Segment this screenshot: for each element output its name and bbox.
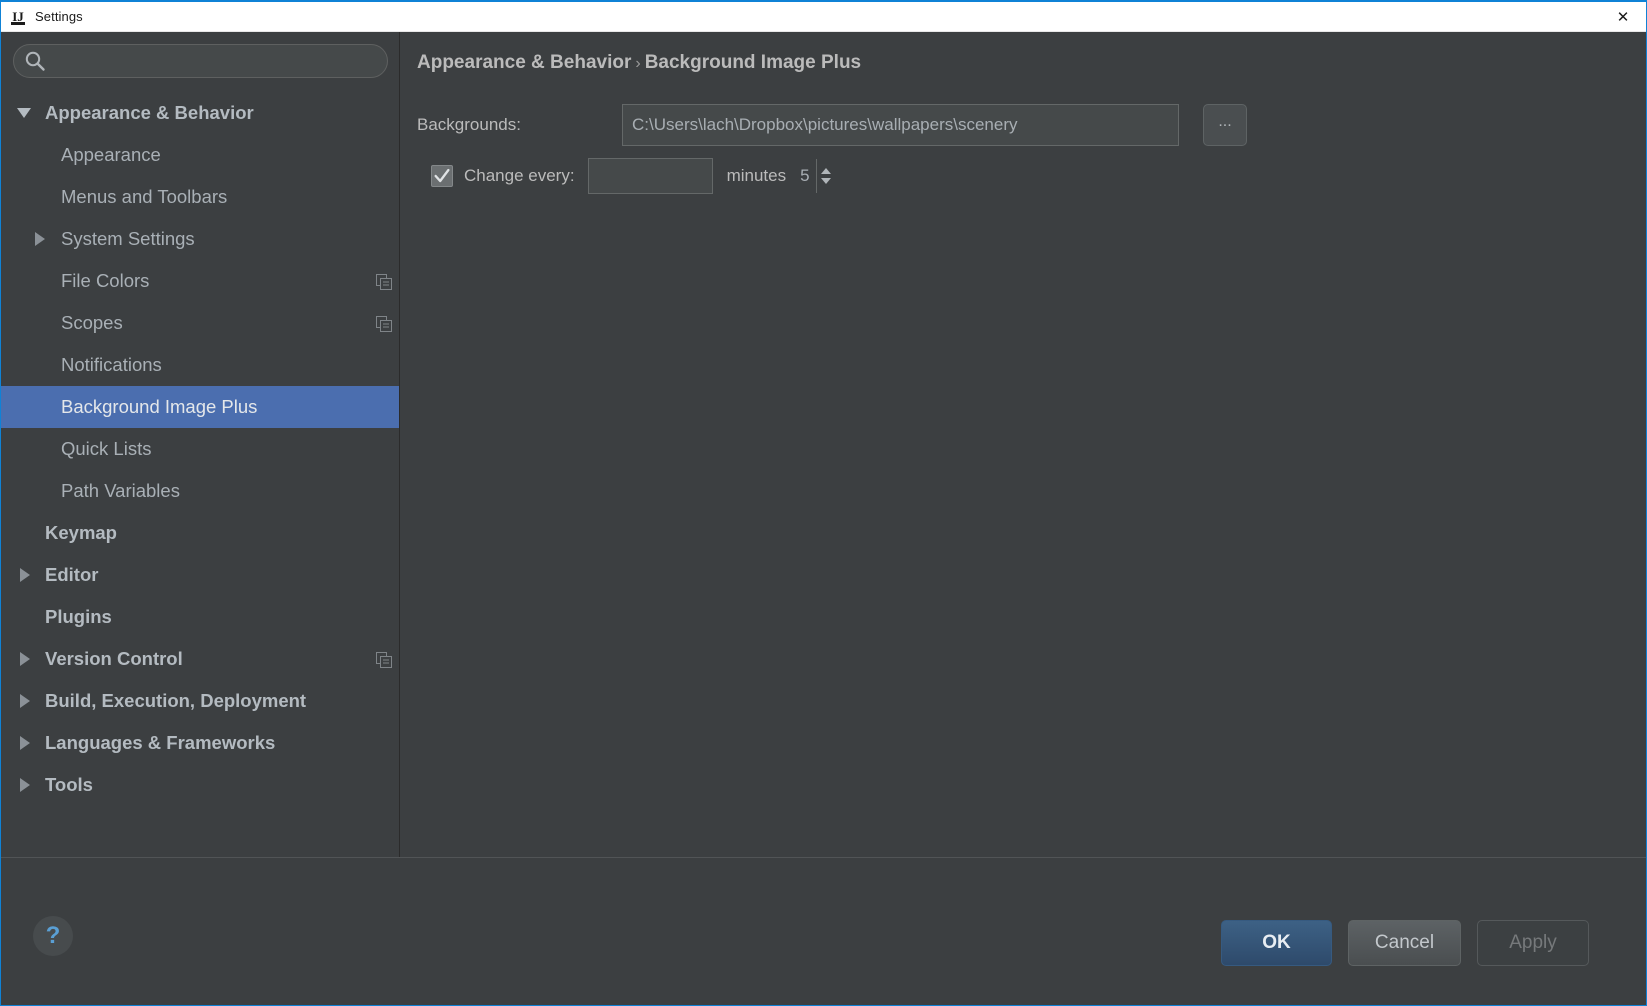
sidebar-item-label: Background Image Plus <box>61 396 258 417</box>
sidebar-item-build-execution-deployment[interactable]: Build, Execution, Deployment <box>1 680 399 722</box>
search-input[interactable] <box>46 53 387 69</box>
chevron-right-icon[interactable] <box>20 652 30 666</box>
sidebar-item-keymap[interactable]: Keymap <box>1 512 399 554</box>
change-every-label: Change every: <box>464 166 575 185</box>
search-field-wrapper <box>13 44 388 78</box>
sidebar-item-notifications[interactable]: Notifications <box>1 344 399 386</box>
chevron-right-icon[interactable] <box>20 778 30 792</box>
intellij-idea-icon: IJ <box>11 8 25 25</box>
sidebar-item-label: Notifications <box>61 354 162 375</box>
backgrounds-label: Backgrounds: <box>417 115 521 134</box>
sidebar-item-appearance-behavior[interactable]: Appearance & Behavior <box>1 92 399 134</box>
title-bar: IJ Settings ✕ <box>1 2 1646 32</box>
sidebar-item-path-variables[interactable]: Path Variables <box>1 470 399 512</box>
dialog-body: Appearance & Behavior Appearance Menus and… <box>1 32 1646 976</box>
sidebar-item-label: Appearance & Behavior <box>45 102 254 123</box>
change-every-checkbox[interactable] <box>431 165 453 187</box>
sidebar-item-label: Languages & Frameworks <box>45 732 276 753</box>
chevron-right-icon[interactable] <box>35 232 45 246</box>
search-icon <box>24 50 46 72</box>
sidebar-item-label: Keymap <box>45 522 117 543</box>
footer-button-group: OK Cancel Apply <box>1221 920 1589 966</box>
copy-icon[interactable] <box>376 315 392 332</box>
search-box[interactable] <box>13 44 388 78</box>
help-icon[interactable]: ? <box>33 916 73 956</box>
sidebar-item-label: Menus and Toolbars <box>61 186 228 207</box>
backgrounds-path-input[interactable] <box>622 104 1179 146</box>
sidebar-item-menus-and-toolbars[interactable]: Menus and Toolbars <box>1 176 399 218</box>
ok-button[interactable]: OK <box>1221 920 1332 966</box>
sidebar-item-label: Editor <box>45 564 99 585</box>
sidebar-item-label: Tools <box>45 774 93 795</box>
chevron-right-icon[interactable] <box>20 736 30 750</box>
interval-unit-label: minutes <box>726 166 787 185</box>
sidebar-item-label: Scopes <box>61 312 123 333</box>
copy-icon[interactable] <box>376 651 392 668</box>
stepper-buttons <box>815 159 836 193</box>
backgrounds-row: Backgrounds: ... <box>417 104 1247 146</box>
sidebar-item-scopes[interactable]: Scopes <box>1 302 399 344</box>
sidebar-item-label: Quick Lists <box>61 438 152 459</box>
dialog-footer: ? OK Cancel Apply <box>1 857 1646 976</box>
settings-tree: Appearance & Behavior Appearance Menus and… <box>1 92 399 857</box>
change-every-row: Change every: minutes <box>417 158 832 194</box>
breadcrumb: Appearance & Behavior › Background Image P… <box>417 52 861 74</box>
window-title: Settings <box>35 9 83 24</box>
sidebar-item-system-settings[interactable]: System Settings <box>1 218 399 260</box>
settings-dialog: IJ Settings ✕ Appearance & Behavior Appe… <box>0 0 1647 1006</box>
sidebar-item-quick-lists[interactable]: Quick Lists <box>1 428 399 470</box>
sidebar-item-label: File Colors <box>61 270 150 291</box>
breadcrumb-parent[interactable]: Appearance & Behavior <box>417 52 631 73</box>
sidebar-item-label: Appearance <box>61 144 161 165</box>
sidebar-item-file-colors[interactable]: File Colors <box>1 260 399 302</box>
sidebar-item-label: Plugins <box>45 606 112 627</box>
chevron-right-icon[interactable] <box>20 568 30 582</box>
sidebar-item-editor[interactable]: Editor <box>1 554 399 596</box>
breadcrumb-separator-icon: › <box>635 55 641 72</box>
sidebar-item-label: Version Control <box>45 648 183 669</box>
sidebar-item-tools[interactable]: Tools <box>1 764 399 806</box>
sidebar-item-languages-frameworks[interactable]: Languages & Frameworks <box>1 722 399 764</box>
apply-button[interactable]: Apply <box>1477 920 1589 966</box>
chevron-right-icon[interactable] <box>20 694 30 708</box>
copy-icon[interactable] <box>376 273 392 290</box>
sidebar-item-label: System Settings <box>61 228 195 249</box>
settings-sidebar: Appearance & Behavior Appearance Menus and… <box>1 32 400 857</box>
sidebar-item-background-image-plus[interactable]: Background Image Plus <box>1 386 399 428</box>
interval-stepper[interactable] <box>587 158 832 194</box>
sidebar-item-label: Path Variables <box>61 480 180 501</box>
stepper-up-icon[interactable] <box>821 168 832 174</box>
stepper-down-icon[interactable] <box>821 178 832 184</box>
breadcrumb-current: Background Image Plus <box>644 52 862 73</box>
sidebar-item-version-control[interactable]: Version Control <box>1 638 399 680</box>
settings-content-pane: Appearance & Behavior › Background Image P… <box>401 32 1646 857</box>
sidebar-item-plugins[interactable]: Plugins <box>1 596 399 638</box>
chevron-down-icon[interactable] <box>17 108 31 118</box>
browse-button[interactable]: ... <box>1203 104 1247 146</box>
close-icon[interactable]: ✕ <box>1600 2 1646 31</box>
sidebar-item-appearance[interactable]: Appearance <box>1 134 399 176</box>
sidebar-item-label: Build, Execution, Deployment <box>45 690 307 711</box>
cancel-button[interactable]: Cancel <box>1348 920 1461 966</box>
